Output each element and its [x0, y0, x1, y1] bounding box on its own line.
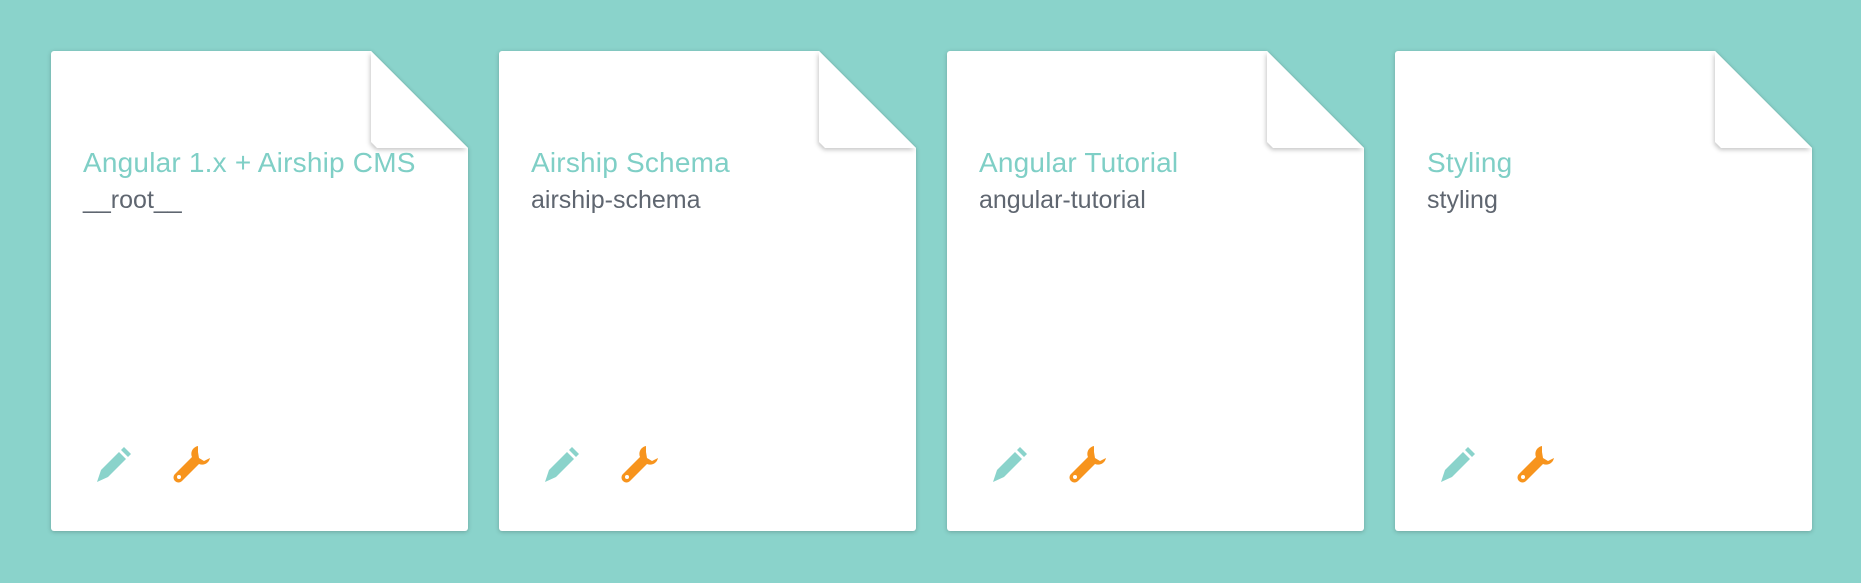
project-card[interactable]: Airship Schema airship-schema — [499, 51, 916, 531]
card-actions — [91, 444, 213, 486]
project-title[interactable]: Styling — [1427, 147, 1512, 179]
project-grid: Angular 1.x + Airship CMS __root__ Airsh… — [0, 0, 1861, 583]
pencil-icon — [993, 447, 1027, 482]
card-actions — [539, 444, 661, 486]
project-slug: __root__ — [83, 186, 182, 214]
settings-button[interactable] — [1515, 444, 1557, 486]
card-actions — [987, 444, 1109, 486]
wrench-icon — [621, 446, 658, 483]
wrench-icon — [1517, 446, 1554, 483]
pencil-icon — [1441, 447, 1475, 482]
project-slug: styling — [1427, 186, 1498, 214]
settings-button[interactable] — [1067, 444, 1109, 486]
edit-button[interactable] — [539, 444, 581, 486]
edit-button[interactable] — [1435, 444, 1477, 486]
wrench-icon — [1069, 446, 1106, 483]
project-slug: angular-tutorial — [979, 186, 1146, 214]
folded-corner — [371, 51, 468, 148]
project-title[interactable]: Airship Schema — [531, 147, 730, 179]
project-title[interactable]: Angular Tutorial — [979, 147, 1178, 179]
edit-button[interactable] — [987, 444, 1029, 486]
wrench-icon — [173, 446, 210, 483]
project-card[interactable]: Angular 1.x + Airship CMS __root__ — [51, 51, 468, 531]
project-title[interactable]: Angular 1.x + Airship CMS — [83, 147, 416, 179]
pencil-icon — [545, 447, 579, 482]
settings-button[interactable] — [171, 444, 213, 486]
folded-corner — [1267, 51, 1364, 148]
project-card[interactable]: Styling styling — [1395, 51, 1812, 531]
card-actions — [1435, 444, 1557, 486]
edit-button[interactable] — [91, 444, 133, 486]
folded-corner — [819, 51, 916, 148]
project-card[interactable]: Angular Tutorial angular-tutorial — [947, 51, 1364, 531]
project-slug: airship-schema — [531, 186, 701, 214]
pencil-icon — [97, 447, 131, 482]
folded-corner — [1715, 51, 1812, 148]
settings-button[interactable] — [619, 444, 661, 486]
